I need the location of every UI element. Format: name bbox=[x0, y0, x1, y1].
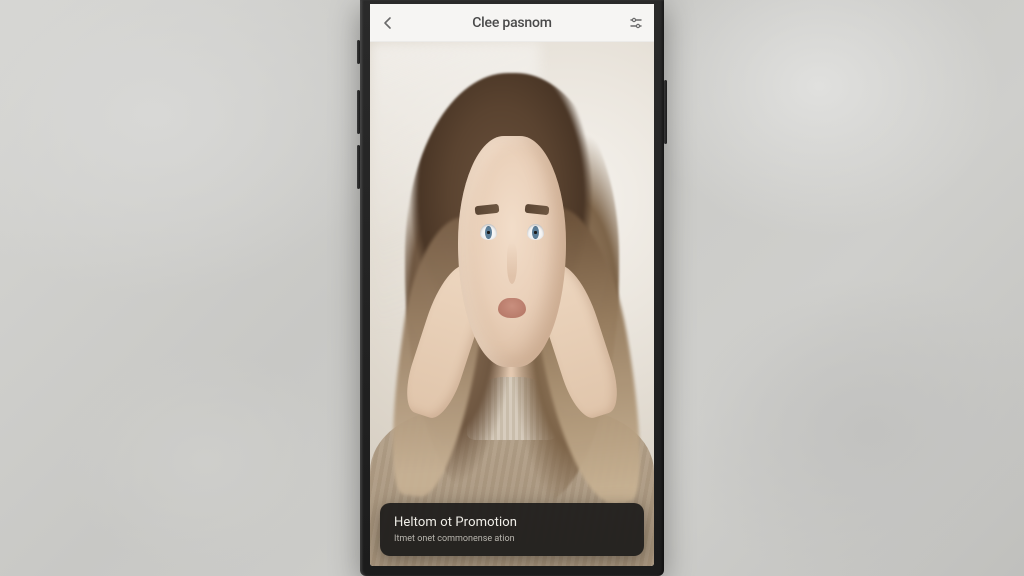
app-screen: Clee pasnom bbox=[370, 4, 654, 566]
phone-frame: Clee pasnom bbox=[360, 0, 664, 576]
top-bar: Clee pasnom bbox=[370, 4, 654, 42]
caption-title: Heltom ot Promotion bbox=[394, 515, 630, 530]
caption-card[interactable]: Heltom ot Promotion Itmet onet commonens… bbox=[380, 503, 644, 556]
side-button bbox=[664, 80, 667, 144]
side-button bbox=[357, 40, 360, 64]
side-button bbox=[357, 90, 360, 134]
side-button bbox=[357, 145, 360, 189]
portrait-illustration bbox=[370, 42, 654, 566]
sliders-icon[interactable] bbox=[628, 15, 644, 31]
back-icon[interactable] bbox=[380, 15, 396, 31]
profile-photo[interactable]: Heltom ot Promotion Itmet onet commonens… bbox=[370, 42, 654, 566]
page-title: Clee pasnom bbox=[420, 15, 604, 31]
caption-subtitle: Itmet onet commonense ation bbox=[394, 534, 630, 544]
